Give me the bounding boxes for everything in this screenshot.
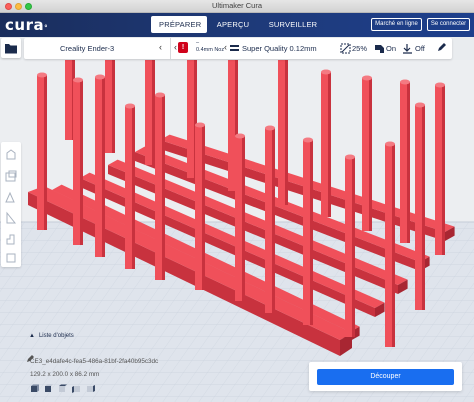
pillar-cap <box>362 75 372 81</box>
view-orientation-buttons <box>30 384 100 393</box>
extruder-material: – <box>196 40 200 46</box>
divider <box>170 38 171 59</box>
pillar-cap <box>345 154 355 160</box>
pillar-cap <box>435 82 445 88</box>
pillar-cap <box>195 122 205 128</box>
pillar-cap <box>73 77 83 83</box>
chevron-up-icon: ▲ <box>29 333 35 339</box>
move-tool-icon[interactable] <box>4 148 18 162</box>
pillar-shade <box>44 75 47 230</box>
pillar-shade <box>310 140 313 325</box>
support-blocker-icon[interactable] <box>4 251 18 265</box>
extruder-nozzle[interactable]: 0.4mm Noz <box>196 47 224 53</box>
pillar-cap <box>125 103 135 109</box>
pillar-shade <box>162 95 165 280</box>
tab-preview[interactable]: APERÇU <box>207 16 259 33</box>
sign-in-button[interactable]: Se connecter <box>427 18 470 31</box>
top-view-icon[interactable] <box>58 384 67 393</box>
pillar-cap <box>95 74 105 80</box>
stage-tabs: PRÉPARER APERÇU SURVEILLER <box>151 16 327 33</box>
pillar-shade <box>392 144 395 347</box>
cura-logo: cura° <box>5 16 49 34</box>
slice-button[interactable]: Découper <box>317 369 454 385</box>
pillar-shade <box>285 60 288 205</box>
slice-panel: Découper <box>309 362 462 391</box>
support-icon <box>375 45 384 53</box>
window-title: Ultimaker Cura <box>211 1 262 10</box>
tab-monitor[interactable]: SURVEILLER <box>259 16 327 33</box>
pillar-shade <box>102 77 105 257</box>
pillar-shade <box>202 125 205 290</box>
object-dimensions: 129.2 x 200.0 x 86.2 mm <box>30 371 100 378</box>
open-file-button[interactable] <box>1 38 21 58</box>
profile-icon <box>230 45 239 51</box>
pillar-shade <box>112 60 115 153</box>
right-view-icon[interactable] <box>86 384 95 393</box>
chevron-left-icon[interactable]: ‹ <box>224 42 227 52</box>
rotate-tool-icon[interactable] <box>4 190 18 204</box>
3d-view-icon[interactable] <box>30 384 39 393</box>
pillar-shade <box>152 60 155 165</box>
pillar-shade <box>132 106 135 269</box>
pillar-cap <box>235 133 245 139</box>
infill-value[interactable]: 25% <box>352 44 367 53</box>
object-name: CE3_e4dafe4c-fea5-486a-81bf-2fa40b95c3dc <box>30 358 159 365</box>
window-titlebar: Ultimaker Cura <box>0 0 474 13</box>
pillar-shade <box>272 128 275 313</box>
pillar-cap <box>37 72 47 78</box>
tab-prepare[interactable]: PRÉPARER <box>151 16 207 33</box>
object-list-toggle[interactable]: ▲ Liste d'objets <box>29 333 74 339</box>
printer-selector[interactable]: Creality Ender-3 <box>60 44 114 53</box>
pillar-shade <box>442 85 445 255</box>
chevron-left-icon[interactable]: ‹ <box>159 42 162 52</box>
build-plate-viewport[interactable] <box>0 60 474 402</box>
pillar-shade <box>328 72 331 217</box>
pillar-cap <box>321 69 331 75</box>
print-setup-toolbar: Creality Ender-3 ‹ ‹ ! – 0.4mm Noz ‹ Sup… <box>24 38 452 59</box>
mirror-tool-icon[interactable] <box>4 211 18 225</box>
chevron-left-icon[interactable]: ‹ <box>174 42 177 52</box>
material-warning-icon[interactable]: ! <box>178 42 188 53</box>
pillar-cap <box>400 79 410 85</box>
scale-tool-icon[interactable] <box>4 169 18 183</box>
pillar-shade <box>80 80 83 245</box>
transform-toolbar <box>1 142 21 267</box>
pillar-shade <box>407 82 410 243</box>
pillar-cap <box>303 137 313 143</box>
left-view-icon[interactable] <box>72 384 81 393</box>
infill-icon <box>340 43 351 54</box>
app-header: cura° PRÉPARER APERÇU SURVEILLER Marché … <box>0 13 474 37</box>
edit-icon[interactable] <box>436 43 446 53</box>
pillar-shade <box>352 157 355 337</box>
adhesion-icon <box>403 44 412 54</box>
quality-profile[interactable]: Super Quality 0.12mm <box>242 44 317 53</box>
pillar-cap <box>415 102 425 108</box>
pillar-shade <box>422 105 425 310</box>
adhesion-value[interactable]: Off <box>415 44 425 53</box>
pillar-cap <box>265 125 275 131</box>
folder-icon <box>5 44 17 54</box>
per-model-settings-icon[interactable] <box>4 232 18 246</box>
pillar-cap <box>385 141 395 147</box>
pillar-shade <box>369 78 372 231</box>
front-view-icon[interactable] <box>44 384 53 393</box>
pillar-cap <box>155 92 165 98</box>
support-value[interactable]: On <box>386 44 396 53</box>
pillar-shade <box>242 136 245 301</box>
marketplace-button[interactable]: Marché en ligne <box>371 18 422 31</box>
